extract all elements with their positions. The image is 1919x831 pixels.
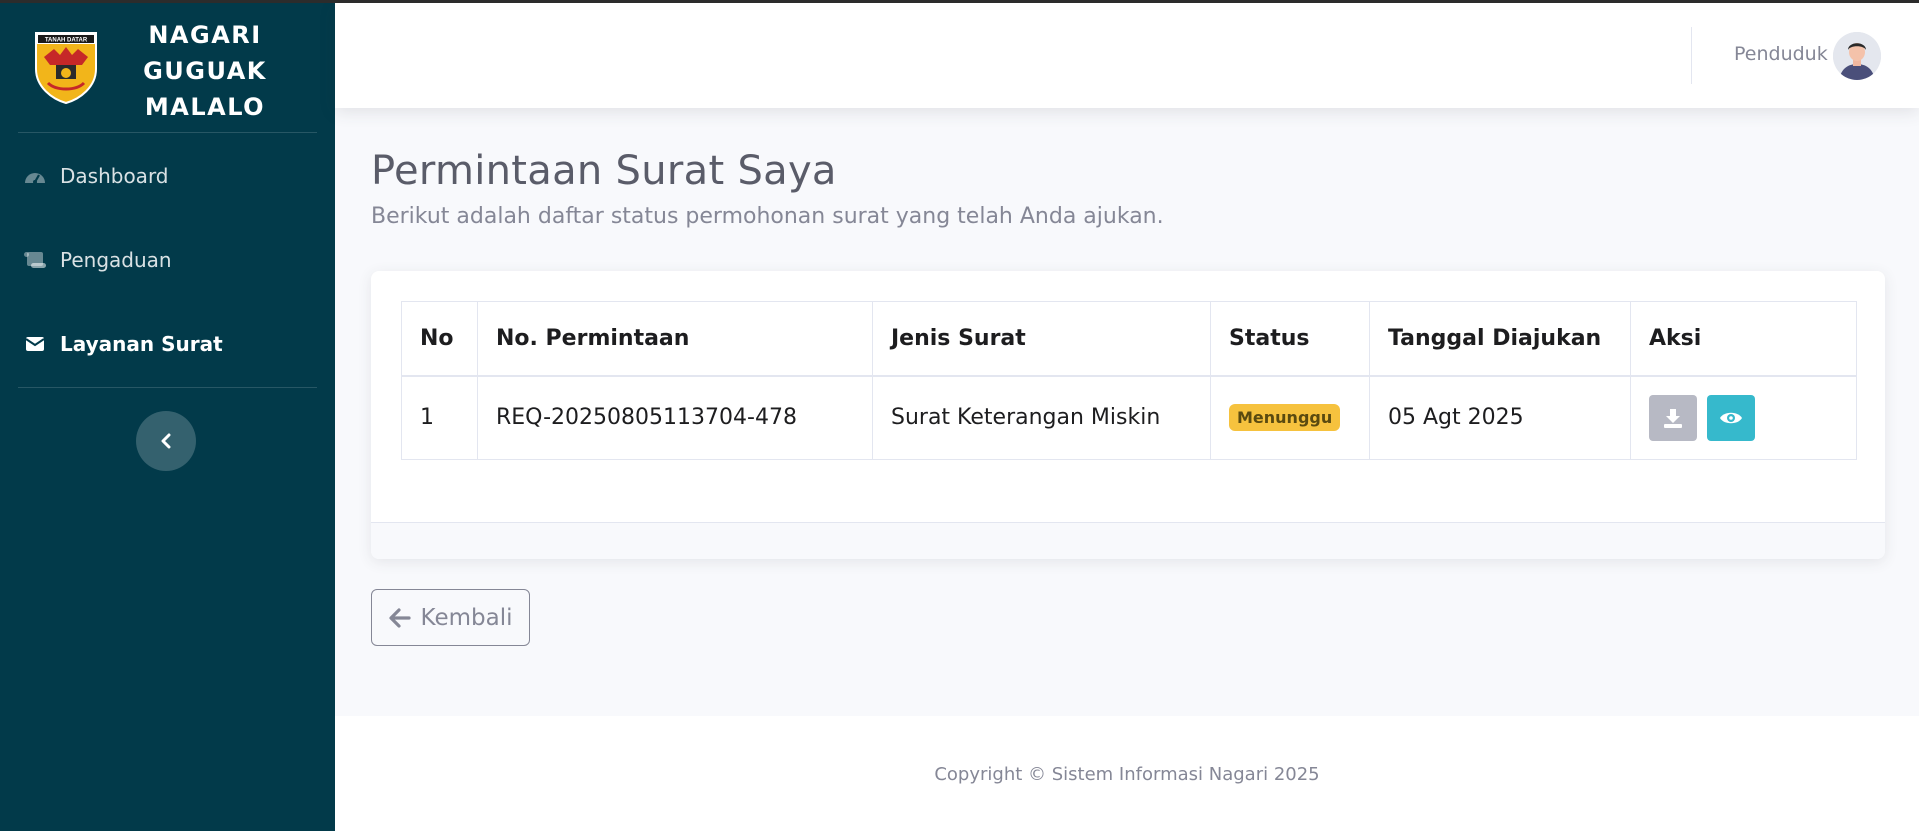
download-button[interactable] [1649,394,1697,441]
page-subtitle: Berikut adalah daftar status permohonan … [371,204,1164,229]
cell-status: Menunggu [1210,375,1370,460]
eye-icon [1720,412,1742,423]
column-header-date: Tanggal Diajukan [1369,301,1631,377]
brand-name: NAGARI GUGUAK MALALO [128,17,282,125]
brand-name-line2: GUGUAK [143,57,267,85]
arrow-left-icon [388,607,411,628]
column-header-request-no: No. Permintaan [477,301,873,377]
back-button[interactable]: Kembali [371,589,530,646]
tachometer-icon [22,165,48,187]
window-top-border [0,0,1919,3]
requests-card: No No. Permintaan Jenis Surat Status Tan… [371,271,1885,559]
user-avatar[interactable] [1833,32,1881,80]
back-button-label: Kembali [420,604,513,631]
sidebar-divider [18,387,317,388]
avatar-icon [1833,32,1881,80]
status-badge: Menunggu [1229,404,1341,432]
page-title: Permintaan Surat Saya [371,148,837,194]
scroll-icon [22,249,48,271]
requests-table: No No. Permintaan Jenis Surat Status Tan… [401,301,1857,460]
topbar: Penduduk [335,3,1919,108]
sidebar-item-dashboard[interactable]: Dashboard [0,148,335,204]
sidebar-divider [18,132,317,133]
envelope-icon [22,333,48,355]
sidebar-item-label: Layanan Surat [60,332,223,356]
footer-copyright: Copyright © Sistem Informasi Nagari 2025 [934,764,1320,785]
nagari-logo-icon: TANAH DATAR [35,32,97,105]
cell-type: Surat Keterangan Miskin [872,375,1211,460]
sidebar-item-label: Dashboard [60,164,169,188]
cell-no: 1 [401,375,478,460]
sidebar-toggle-button[interactable] [136,411,196,471]
sidebar-item-layanan-surat[interactable]: Layanan Surat [0,316,335,372]
table-header-row: No No. Permintaan Jenis Surat Status Tan… [401,301,1857,377]
user-name[interactable]: Penduduk [1734,43,1828,65]
download-icon [1664,408,1682,428]
sidebar: TANAH DATAR NAGARI GUGUAK MALALO Dashboa… [0,3,335,831]
cell-request-no: REQ-20250805113704-478 [477,375,873,460]
sidebar-item-label: Pengaduan [60,248,172,272]
brand-name-line1: NAGARI [148,21,262,49]
chevron-left-icon [161,433,171,449]
sidebar-item-pengaduan[interactable]: Pengaduan [0,232,335,288]
card-footer [371,522,1885,559]
table-row: 1 REQ-20250805113704-478 Surat Keteranga… [401,375,1857,460]
column-header-status: Status [1210,301,1370,377]
view-button[interactable] [1707,394,1755,441]
cell-date: 05 Agt 2025 [1369,375,1631,460]
column-header-no: No [401,301,478,377]
footer: Copyright © Sistem Informasi Nagari 2025 [335,716,1919,831]
sidebar-brand[interactable]: TANAH DATAR NAGARI GUGUAK MALALO [0,3,335,133]
column-header-type: Jenis Surat [872,301,1211,377]
topbar-divider [1691,27,1692,84]
brand-name-line3: MALALO [144,93,266,121]
cell-actions [1630,375,1857,460]
logo-text: TANAH DATAR [45,38,88,44]
main-content: Permintaan Surat Saya Berikut adalah daf… [335,108,1919,716]
column-header-actions: Aksi [1630,301,1857,377]
